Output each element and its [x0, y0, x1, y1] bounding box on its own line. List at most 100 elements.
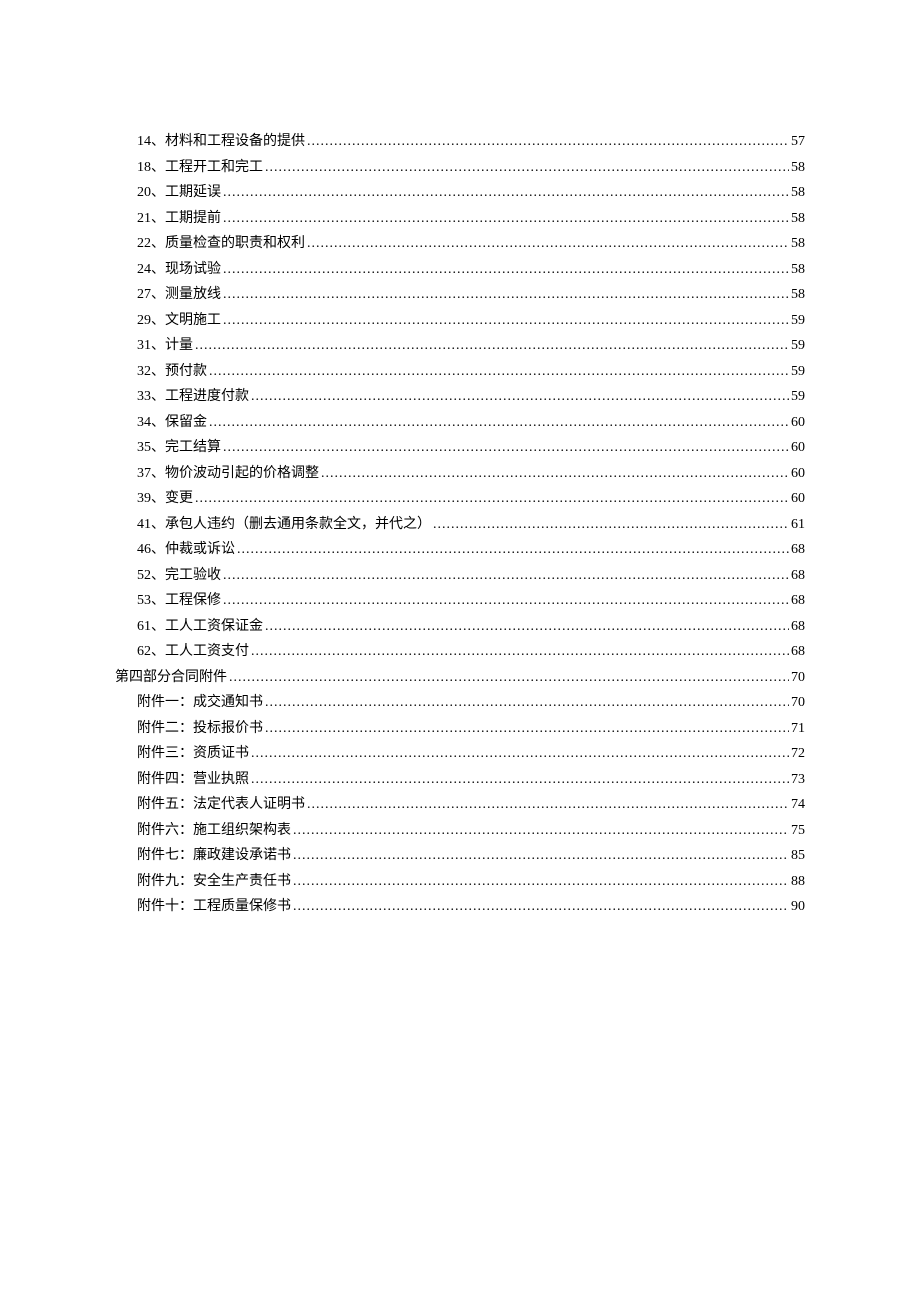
toc-dot-leader: [293, 870, 789, 895]
toc-dot-leader: [265, 156, 789, 181]
toc-entry-label: 33、工程进度付款: [137, 385, 249, 410]
toc-dot-leader: [293, 844, 789, 869]
toc-dot-leader: [307, 130, 789, 155]
toc-entry-label: 20、工期延误: [137, 181, 221, 206]
toc-entry: 附件七：廉政建设承诺书 85: [115, 844, 805, 869]
toc-dot-leader: [223, 589, 789, 614]
toc-entry-label: 46、仲裁或诉讼: [137, 538, 235, 563]
toc-entry-label: 27、测量放线: [137, 283, 221, 308]
toc-entry-page: 85: [791, 844, 805, 869]
toc-entry-page: 58: [791, 283, 805, 308]
toc-dot-leader: [321, 462, 789, 487]
toc-entry-page: 68: [791, 564, 805, 589]
toc-dot-leader: [223, 283, 789, 308]
toc-entry: 附件一：成交通知书70: [115, 691, 805, 716]
toc-dot-leader: [223, 258, 789, 283]
toc-entry-page: 58: [791, 232, 805, 257]
toc-entry: 附件九：安全生产责任书 88: [115, 870, 805, 895]
toc-dot-leader: [251, 640, 789, 665]
toc-entry-page: 68: [791, 640, 805, 665]
toc-entry-page: 68: [791, 538, 805, 563]
toc-entry: 14、材料和工程设备的提供57: [115, 130, 805, 155]
toc-dot-leader: [209, 411, 789, 436]
toc-entry: 34、保留金60: [115, 411, 805, 436]
toc-dot-leader: [229, 666, 789, 691]
toc-entry-page: 72: [791, 742, 805, 767]
toc-entry-label: 32、预付款: [137, 360, 207, 385]
toc-entry: 27、测量放线 58: [115, 283, 805, 308]
toc-dot-leader: [265, 615, 789, 640]
toc-entry: 61、工人工资保证金 68: [115, 615, 805, 640]
toc-entry: 附件五：法定代表人证明书 74: [115, 793, 805, 818]
toc-entry-page: 60: [791, 436, 805, 461]
toc-entry-label: 附件三：资质证书: [137, 742, 249, 767]
toc-entry: 附件四：营业执照 73: [115, 768, 805, 793]
toc-entry-page: 74: [791, 793, 805, 818]
toc-entry-page: 68: [791, 589, 805, 614]
toc-dot-leader: [209, 360, 789, 385]
toc-entry: 22、质量检查的职责和权利58: [115, 232, 805, 257]
toc-entry: 第四部分合同附件 70: [115, 666, 805, 691]
toc-entry-page: 88: [791, 870, 805, 895]
toc-entry-page: 61: [791, 513, 805, 538]
toc-entry-page: 59: [791, 309, 805, 334]
toc-entry-label: 第四部分合同附件: [115, 666, 227, 691]
toc-entry: 20、工期延误 58: [115, 181, 805, 206]
toc-dot-leader: [265, 717, 789, 742]
toc-entry-page: 71: [791, 717, 805, 742]
toc-entry-label: 附件十：工程质量保修书: [137, 895, 291, 920]
toc-entry-page: 68: [791, 615, 805, 640]
toc-entry-label: 附件四：营业执照: [137, 768, 249, 793]
toc-entry-label: 附件七：廉政建设承诺书: [137, 844, 291, 869]
toc-entry-label: 附件二：投标报价书: [137, 717, 263, 742]
toc-entry-label: 附件六：施工组织架构表: [137, 819, 291, 844]
toc-entry-label: 31、计量: [137, 334, 193, 359]
toc-entry: 52、完工验收68: [115, 564, 805, 589]
toc-entry-label: 18、工程开工和完工: [137, 156, 263, 181]
toc-entry: 32、预付款 59: [115, 360, 805, 385]
toc-entry-page: 70: [791, 691, 805, 716]
toc-entry-label: 61、工人工资保证金: [137, 615, 263, 640]
toc-dot-leader: [223, 207, 789, 232]
toc-entry-page: 58: [791, 156, 805, 181]
toc-entry: 53、工程保修68: [115, 589, 805, 614]
toc-dot-leader: [293, 819, 789, 844]
toc-entry-page: 73: [791, 768, 805, 793]
toc-entry-label: 39、变更: [137, 487, 193, 512]
toc-entry-label: 附件五：法定代表人证明书: [137, 793, 305, 818]
toc-entry-label: 62、工人工资支付: [137, 640, 249, 665]
toc-entry: 62、工人工资支付 68: [115, 640, 805, 665]
toc-entry: 35、完工结算 60: [115, 436, 805, 461]
toc-entry-label: 35、完工结算: [137, 436, 221, 461]
toc-entry-label: 14、材料和工程设备的提供: [137, 130, 305, 155]
toc-entry: 附件二：投标报价书 71: [115, 717, 805, 742]
toc-entry-page: 59: [791, 360, 805, 385]
toc-entry: 41、承包人违约（删去通用条款全文，并代之）61: [115, 513, 805, 538]
toc-dot-leader: [251, 742, 789, 767]
toc-entry-label: 附件九：安全生产责任书: [137, 870, 291, 895]
toc-entry: 33、工程进度付款 59: [115, 385, 805, 410]
toc-dot-leader: [433, 513, 789, 538]
toc-dot-leader: [223, 181, 789, 206]
toc-dot-leader: [307, 232, 789, 257]
toc-dot-leader: [237, 538, 789, 563]
toc-dot-leader: [223, 564, 789, 589]
table-of-contents: 14、材料和工程设备的提供5718、工程开工和完工5820、工期延误5821、工…: [115, 130, 805, 920]
toc-entry: 37、物价波动引起的价格调整60: [115, 462, 805, 487]
toc-entry-label: 29、文明施工: [137, 309, 221, 334]
toc-entry-page: 90: [791, 895, 805, 920]
toc-dot-leader: [223, 436, 789, 461]
toc-dot-leader: [195, 334, 789, 359]
toc-entry: 24、现场试验58: [115, 258, 805, 283]
toc-entry: 21、工期提前58: [115, 207, 805, 232]
toc-dot-leader: [223, 309, 789, 334]
toc-entry: 46、仲裁或诉讼 68: [115, 538, 805, 563]
toc-entry-page: 58: [791, 181, 805, 206]
toc-dot-leader: [195, 487, 789, 512]
toc-entry-page: 70: [791, 666, 805, 691]
toc-entry-label: 34、保留金: [137, 411, 207, 436]
toc-entry-page: 59: [791, 334, 805, 359]
toc-dot-leader: [293, 895, 789, 920]
toc-entry: 18、工程开工和完工 58: [115, 156, 805, 181]
toc-entry-page: 59: [791, 385, 805, 410]
